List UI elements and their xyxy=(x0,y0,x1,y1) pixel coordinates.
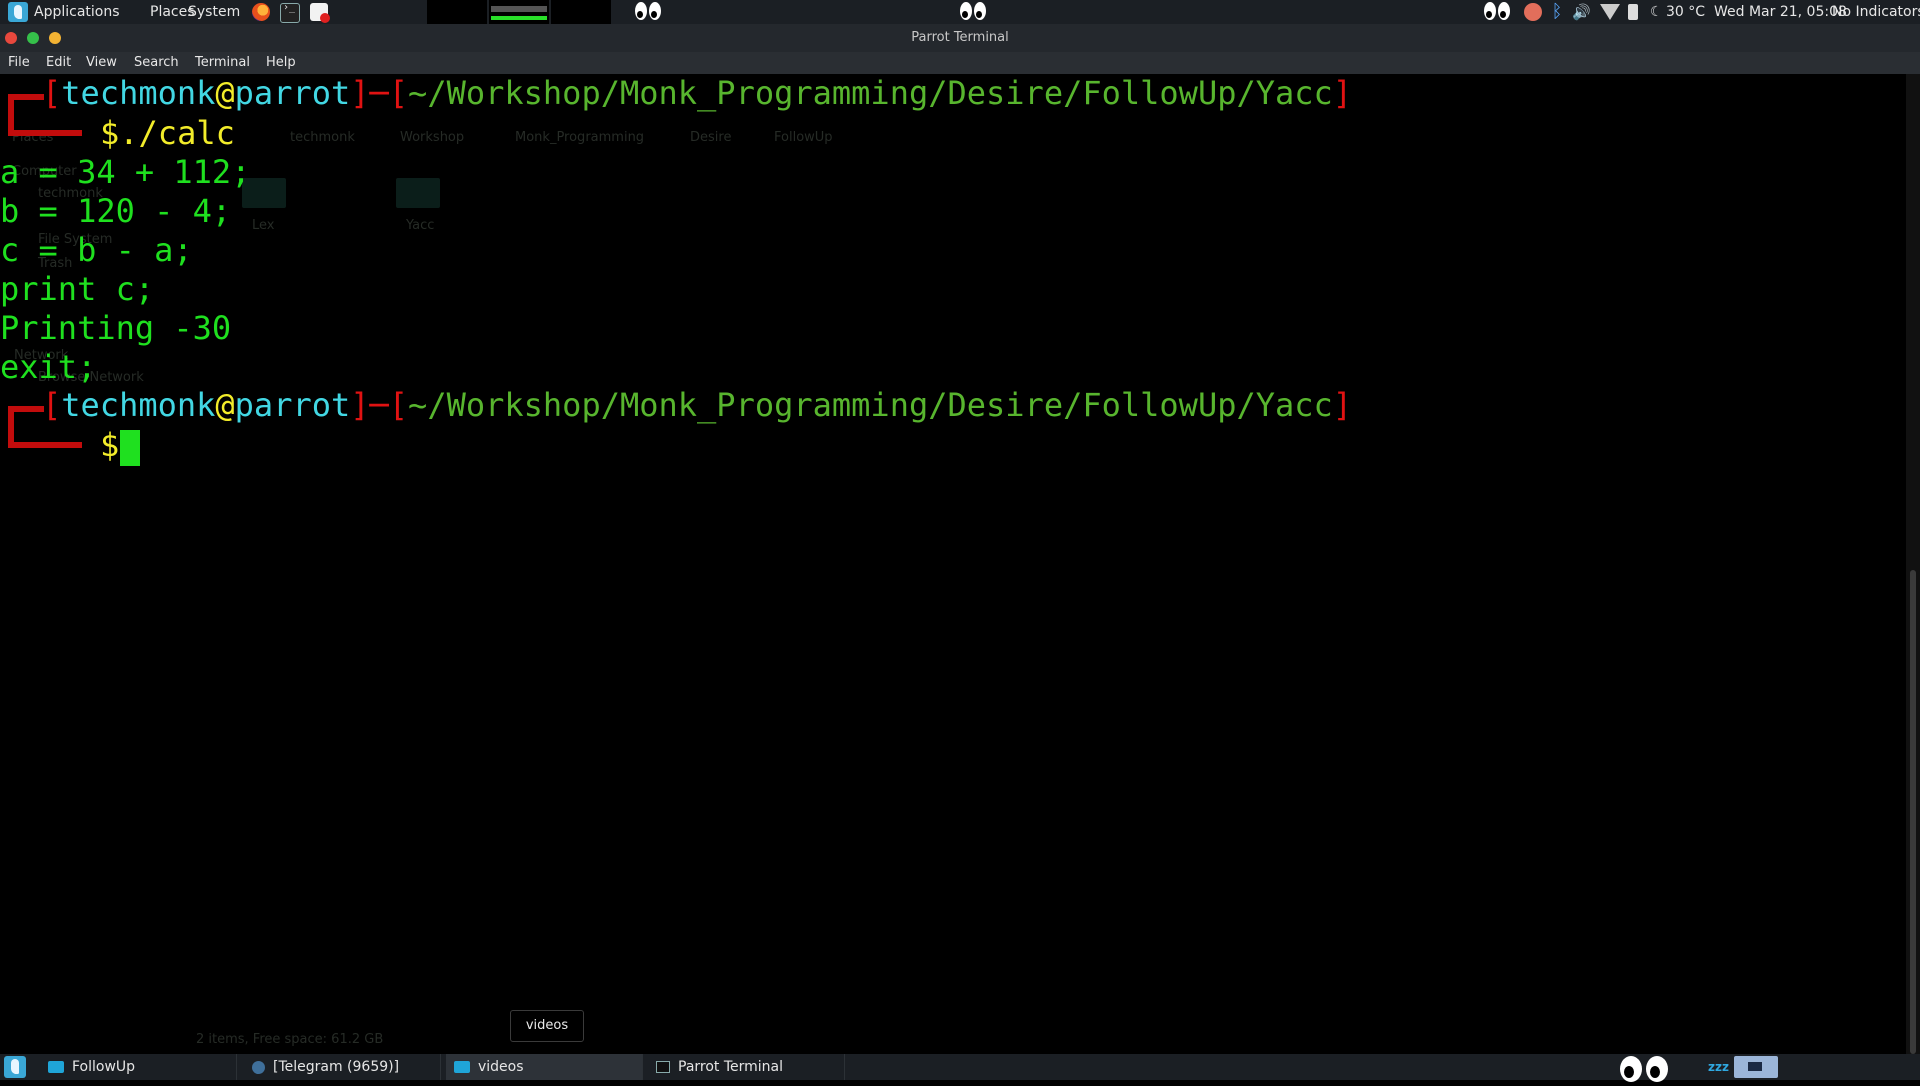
command-line: $ xyxy=(100,426,119,465)
scrollbar-thumb[interactable] xyxy=(1910,570,1916,1054)
prompt-dollar: $ xyxy=(100,114,120,152)
memory-monitor[interactable] xyxy=(551,0,611,24)
output-line: c = b - a; xyxy=(0,231,193,269)
taskbar-tooltip: videos xyxy=(510,1010,584,1042)
ghost-folder-icon xyxy=(396,178,440,208)
telegram-icon xyxy=(252,1060,265,1074)
sleep-indicator[interactable]: zzz xyxy=(1708,1054,1729,1080)
ghost-breadcrumb: Monk_Programming xyxy=(515,130,645,145)
prompt-path: ~/Workshop/Monk_Programming/Desire/Follo… xyxy=(408,386,1333,424)
task-telegram[interactable]: [Telegram (9659)] xyxy=(244,1054,441,1080)
ghost-statusbar: 2 items, Free space: 61.2 GB xyxy=(196,1032,384,1047)
prompt-path: ~/Workshop/Monk_Programming/Desire/Follo… xyxy=(408,74,1333,112)
prompt-corner-bottom xyxy=(8,426,82,448)
prompt-dollar: $ xyxy=(100,426,120,464)
ghost-folder-label: Lex xyxy=(252,218,275,233)
task-label: Parrot Terminal xyxy=(678,1059,784,1075)
ghost-folder-label: Yacc xyxy=(406,218,435,233)
wifi-icon[interactable] xyxy=(1600,4,1620,20)
terminal-icon xyxy=(656,1061,670,1073)
task-label: FollowUp xyxy=(72,1059,136,1075)
weather-temperature[interactable]: 30 °C xyxy=(1666,0,1705,24)
cpu-monitor[interactable] xyxy=(427,0,487,24)
task-followup[interactable]: FollowUp xyxy=(40,1054,237,1080)
network-monitor[interactable] xyxy=(489,0,549,24)
task-parrot-terminal[interactable]: Parrot Terminal xyxy=(648,1054,845,1080)
xeyes-icon xyxy=(1484,2,1512,22)
output-line: Printing -30 xyxy=(0,309,232,347)
terminal-launcher-icon[interactable] xyxy=(280,2,300,23)
menu-edit[interactable]: Edit xyxy=(46,52,71,74)
prompt-user: techmonk xyxy=(61,386,216,424)
ghost-breadcrumb: Workshop xyxy=(400,130,465,145)
terminal-view[interactable]: techmonk Workshop Monk_Programming Desir… xyxy=(0,74,1906,1054)
menu-view[interactable]: View xyxy=(86,52,117,74)
firefox-icon[interactable] xyxy=(252,3,270,21)
document-viewer-icon[interactable] xyxy=(310,3,330,23)
task-videos[interactable]: videos xyxy=(446,1054,643,1080)
xeyes-icon xyxy=(635,2,663,22)
task-label: [Telegram (9659)] xyxy=(273,1059,400,1075)
xeyes-icon xyxy=(1620,1056,1672,1086)
prompt-host: parrot xyxy=(234,386,351,424)
bottom-panel: FollowUp [Telegram (9659)] videos Parrot… xyxy=(0,1054,1920,1082)
applications-menu[interactable]: Applications xyxy=(34,0,120,24)
text-cursor xyxy=(120,430,140,466)
window-title: Parrot Terminal xyxy=(911,30,1009,45)
parrot-menu-icon[interactable] xyxy=(8,2,28,22)
menu-file[interactable]: File xyxy=(8,52,30,74)
menu-search[interactable]: Search xyxy=(134,52,179,74)
output-line: b = 120 - 4; xyxy=(0,192,232,230)
prompt-user: techmonk xyxy=(61,74,216,112)
volume-icon[interactable]: 🔊 xyxy=(1572,3,1591,21)
ghost-breadcrumb: FollowUp xyxy=(774,130,833,145)
folder-icon xyxy=(48,1061,64,1073)
folder-icon xyxy=(454,1061,470,1073)
ghost-breadcrumb: Desire xyxy=(690,130,732,145)
menu-help[interactable]: Help xyxy=(266,52,296,74)
top-panel: Applications Places System ᛒ 🔊 ☾ 30 °C W… xyxy=(0,0,1920,24)
system-menu[interactable]: System xyxy=(188,0,240,24)
prompt-line: [techmonk@parrot]─[~/Workshop/Monk_Progr… xyxy=(42,386,1353,424)
window-titlebar[interactable]: Parrot Terminal xyxy=(0,24,1920,52)
show-desktop-icon[interactable] xyxy=(4,1056,26,1078)
prompt-line: [techmonk@parrot]─[~/Workshop/Monk_Progr… xyxy=(42,74,1353,112)
output-line: print c; xyxy=(0,270,155,308)
telegram-tray-icon[interactable] xyxy=(1524,3,1542,21)
xeyes-icon xyxy=(960,2,988,22)
task-label: videos xyxy=(478,1059,524,1075)
menubar: File Edit View Search Terminal Help xyxy=(0,52,1920,74)
bluetooth-icon[interactable]: ᛒ xyxy=(1548,3,1566,21)
output-line: exit; xyxy=(0,348,97,386)
output-line: a = 34 + 112; xyxy=(0,153,251,191)
prompt-host: parrot xyxy=(234,74,351,112)
clock[interactable]: Wed Mar 21, 05:08 xyxy=(1714,0,1847,24)
command-text: ./calc xyxy=(119,114,235,152)
menu-terminal[interactable]: Terminal xyxy=(195,52,250,74)
ghost-breadcrumb: techmonk xyxy=(290,130,355,145)
indicator-applet[interactable]: No Indicators xyxy=(1832,0,1920,24)
prompt-corner-bottom xyxy=(8,114,82,136)
battery-icon[interactable] xyxy=(1628,4,1638,20)
command-line: $./calc xyxy=(100,114,235,153)
workspace-switcher[interactable] xyxy=(1734,1056,1778,1078)
